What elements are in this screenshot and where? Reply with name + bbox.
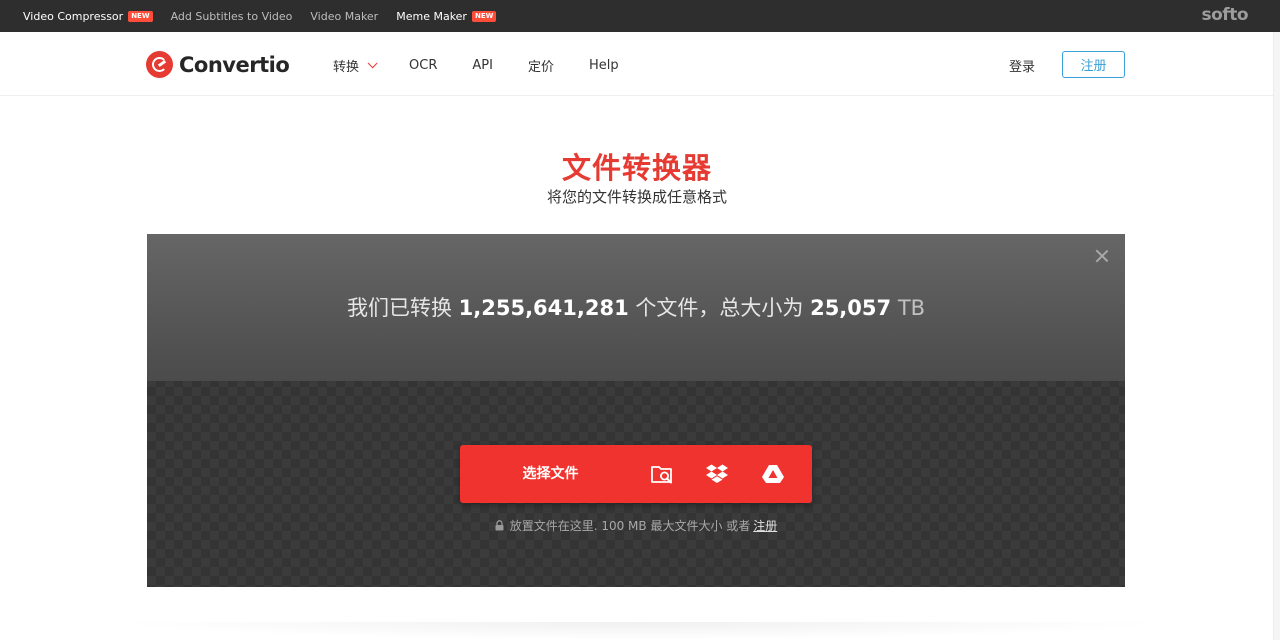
files-count: 1,255,641,281 (458, 296, 629, 320)
login-link[interactable]: 登录 (1009, 56, 1035, 75)
link-label: Add Subtitles to Video (170, 9, 293, 23)
nav-item-convert[interactable]: 转换 (333, 56, 378, 75)
page-scrollbar[interactable] (1273, 32, 1280, 640)
google-drive-icon[interactable] (761, 463, 785, 485)
link-add-subtitles[interactable]: Add Subtitles to Video (171, 10, 293, 23)
convertio-logo[interactable]: Convertio (146, 51, 290, 78)
total-size: 25,057 (810, 296, 892, 320)
new-badge: NEW (128, 10, 153, 22)
nav-item-pricing[interactable]: 定价 (528, 56, 554, 75)
nav-item-ocr[interactable]: OCR (409, 56, 437, 75)
nav-item-help[interactable]: Help (589, 56, 619, 75)
lock-icon (495, 520, 504, 531)
conversion-stats: 我们已转换 1,255,641,281 个文件，总大小为 25,057 TB (147, 292, 1125, 322)
link-meme-maker[interactable]: Meme Maker NEW (396, 9, 497, 23)
chevron-down-icon (367, 58, 378, 69)
nav-item-label: Help (588, 58, 619, 73)
dropbox-icon[interactable] (705, 463, 729, 485)
new-badge: NEW (471, 10, 497, 22)
nav-item-label: OCR (409, 58, 438, 73)
link-label: Video Maker (310, 9, 379, 23)
logo-wordmark: Convertio (179, 52, 290, 77)
choose-files-button[interactable]: 选择文件 (460, 445, 641, 503)
drop-hint: 放置文件在这里. 100 MB 最大文件大小 或者 注册 (147, 517, 1125, 534)
nav-item-api[interactable]: API (472, 56, 493, 75)
stats-prefix: 我们已转换 (346, 296, 452, 320)
softo-top-bar: Video Compressor NEW Add Subtitles to Vi… (0, 0, 1280, 32)
nav-menu: 转换 OCR API 定价 Help (333, 56, 654, 75)
folder-search-icon[interactable] (650, 463, 674, 485)
stats-banner: 我们已转换 1,255,641,281 个文件，总大小为 25,057 TB (147, 234, 1125, 381)
nav-item-label: API (472, 58, 493, 73)
close-icon[interactable] (1095, 249, 1109, 263)
choose-files-bar: 选择文件 (460, 445, 812, 503)
page-title: 文件转换器 (561, 151, 712, 185)
main-nav: Convertio 转换 OCR API 定价 Help 登录 注册 (0, 32, 1274, 96)
link-video-maker[interactable]: Video Maker (310, 10, 378, 23)
nav-item-label: 转换 (333, 60, 360, 75)
softo-logo[interactable]: softo (1202, 5, 1249, 25)
convertio-logo-icon (146, 51, 173, 78)
page-subtitle: 将您的文件转换成任意格式 (546, 188, 727, 206)
softo-product-links: Video Compressor NEW Add Subtitles to Vi… (23, 10, 514, 23)
link-label: Video Compressor (23, 9, 124, 23)
converter-panel[interactable]: 我们已转换 1,255,641,281 个文件，总大小为 25,057 TB 选… (147, 234, 1125, 587)
hint-text: 放置文件在这里. 100 MB 最大文件大小 或者 (509, 519, 751, 533)
signup-button[interactable]: 注册 (1062, 51, 1125, 78)
section-divider (110, 622, 1170, 640)
size-unit: TB (897, 296, 926, 320)
link-video-compressor[interactable]: Video Compressor NEW (23, 10, 153, 23)
nav-item-label: 定价 (527, 60, 554, 75)
link-label: Meme Maker (396, 9, 467, 23)
hint-signup-link[interactable]: 注册 (753, 517, 777, 534)
stats-middle: 个文件，总大小为 (635, 296, 804, 320)
